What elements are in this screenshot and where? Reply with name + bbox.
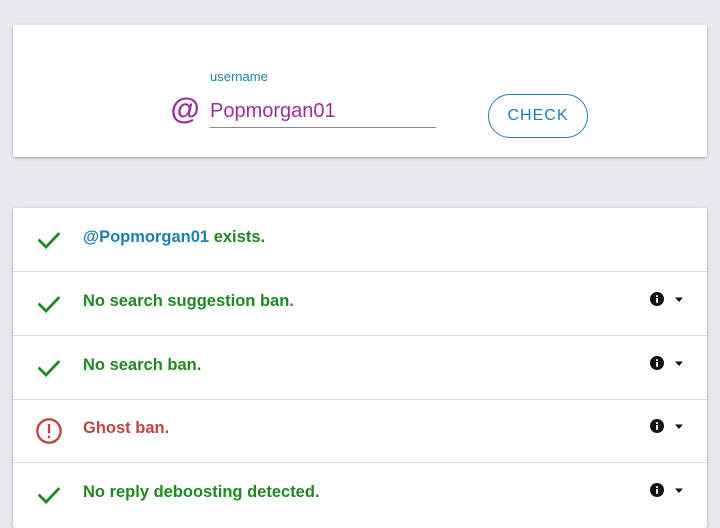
- check-icon: [37, 487, 61, 505]
- result-text-exists: @Popmorgan01 exists.: [83, 228, 265, 247]
- caret-down-icon[interactable]: [674, 297, 684, 303]
- check-icon: [37, 360, 61, 378]
- check-icon: [37, 232, 61, 250]
- info-icon[interactable]: [650, 356, 664, 370]
- info-icon[interactable]: [650, 419, 664, 433]
- caret-down-icon[interactable]: [674, 361, 684, 367]
- result-row-search-suggestion-ban[interactable]: No search suggestion ban.: [13, 272, 707, 336]
- result-row-search-ban[interactable]: No search ban.: [13, 336, 707, 400]
- result-row-ghost-ban[interactable]: Ghost ban.: [13, 399, 707, 463]
- info-icon[interactable]: [650, 483, 664, 497]
- result-text-reply-deboosting: No reply deboosting detected.: [83, 483, 320, 501]
- result-text-search-ban: No search ban.: [83, 356, 202, 374]
- result-text-ghost-ban: Ghost ban.: [83, 419, 170, 437]
- alert-circle-icon: [36, 418, 62, 444]
- check-button[interactable]: CHECK: [488, 94, 588, 138]
- caret-down-icon[interactable]: [674, 488, 684, 494]
- caret-down-icon[interactable]: [674, 424, 684, 430]
- result-row-reply-deboosting[interactable]: No reply deboosting detected.: [13, 463, 707, 526]
- exists-suffix: exists.: [209, 228, 266, 246]
- result-text-search-suggestion-ban: No search suggestion ban.: [83, 292, 294, 310]
- check-icon: [37, 296, 61, 314]
- at-symbol: @: [170, 93, 200, 126]
- username-input[interactable]: [210, 95, 436, 128]
- username-handle: @Popmorgan01: [83, 228, 210, 246]
- info-icon[interactable]: [650, 292, 664, 306]
- result-row-exists: @Popmorgan01 exists.: [13, 208, 707, 272]
- results-card: @Popmorgan01 exists. No search suggestio…: [13, 208, 707, 528]
- username-label: username: [210, 69, 268, 84]
- username-search-card: @ username CHECK: [13, 25, 707, 157]
